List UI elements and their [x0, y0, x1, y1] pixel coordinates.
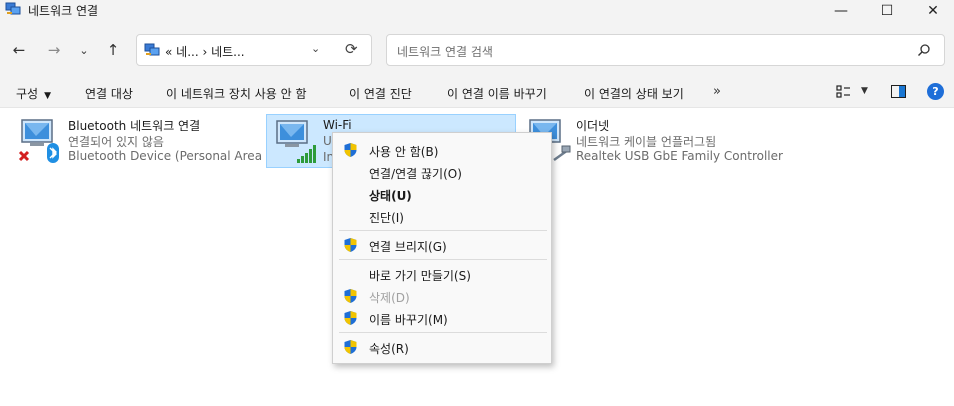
- connection-item-ethernet[interactable]: 이더넷 네트워크 케이블 언플러그됨 Realtek USB GbE Famil…: [520, 114, 820, 168]
- breadcrumb[interactable]: « 네... › 네트...: [165, 43, 245, 60]
- menu-item-connect-disconnect[interactable]: 연결/연결 끊기(O): [333, 161, 551, 183]
- menu-item-delete: 삭제(D): [333, 285, 551, 307]
- command-bar: 구성 ▼ 연결 대상 이 네트워크 장치 사용 안 함 이 연결 진단 이 연결 …: [0, 78, 954, 108]
- address-dropdown-chevron-icon[interactable]: ⌄: [311, 42, 320, 55]
- connection-status: U: [323, 134, 332, 148]
- menu-item-disable[interactable]: 사용 안 함(B): [333, 139, 551, 161]
- uac-shield-icon: [344, 311, 357, 325]
- window-title: 네트워크 연결: [28, 4, 99, 18]
- search-placeholder: 네트워크 연결 검색: [397, 45, 493, 59]
- view-status-button[interactable]: 이 연결의 상태 보기: [584, 85, 684, 102]
- refresh-icon[interactable]: ⟳: [345, 40, 358, 58]
- uac-shield-icon: [344, 340, 357, 354]
- connection-name: Bluetooth 네트워크 연결: [68, 119, 201, 133]
- menu-item-status[interactable]: 상태(U): [333, 183, 551, 205]
- help-icon[interactable]: ?: [927, 83, 944, 100]
- uac-shield-icon: [344, 238, 357, 252]
- connection-name: 이더넷: [576, 119, 610, 133]
- network-connections-icon: [5, 2, 21, 15]
- up-arrow-icon[interactable]: ↑: [102, 40, 124, 60]
- menu-separator: [339, 230, 547, 231]
- context-menu: 사용 안 함(B) 연결/연결 끊기(O) 상태(U) 진단(I) 연결 브리지…: [332, 132, 552, 364]
- connection-status: 연결되어 있지 않음: [68, 135, 164, 149]
- forward-arrow-icon[interactable]: →: [43, 40, 65, 60]
- maximize-button[interactable]: ☐: [864, 0, 910, 22]
- menu-separator: [339, 332, 547, 333]
- wifi-network-icon: [276, 120, 316, 163]
- diagnose-button[interactable]: 이 연결 진단: [349, 85, 412, 102]
- bluetooth-network-icon: [18, 119, 59, 163]
- uac-shield-icon: [344, 289, 357, 303]
- view-options-caret-icon[interactable]: ▼: [861, 86, 868, 96]
- menu-item-bridge[interactable]: 연결 브리지(G): [333, 234, 551, 256]
- title-bar: 네트워크 연결 — ☐ ✕: [0, 0, 954, 22]
- search-icon[interactable]: [917, 43, 931, 57]
- navigation-bar: ← → ⌄ ↑ « 네... › 네트... ⌄ ⟳ 네트워크 연결 검색: [0, 22, 954, 78]
- uac-shield-icon: [344, 143, 357, 157]
- menu-item-rename[interactable]: 이름 바꾸기(M): [333, 307, 551, 329]
- close-button[interactable]: ✕: [910, 0, 954, 22]
- recent-locations-chevron-icon[interactable]: ⌄: [73, 40, 95, 60]
- organize-menu-button[interactable]: 구성 ▼: [16, 85, 51, 102]
- preview-pane-icon[interactable]: [891, 85, 906, 98]
- change-view-icon[interactable]: [836, 84, 852, 100]
- menu-item-properties[interactable]: 속성(R): [333, 336, 551, 358]
- connection-name: Wi-Fi: [323, 118, 352, 132]
- caret-down-icon: ▼: [44, 91, 52, 101]
- connection-device: Bluetooth Device (Personal Area ...: [68, 149, 278, 163]
- search-input[interactable]: 네트워크 연결 검색: [386, 34, 945, 66]
- more-commands-button[interactable]: »: [713, 84, 721, 99]
- network-connections-icon: [144, 43, 160, 56]
- menu-item-create-shortcut[interactable]: 바로 가기 만들기(S): [333, 263, 551, 285]
- connection-device: Realtek USB GbE Family Controller: [576, 149, 783, 163]
- rename-button[interactable]: 이 연결 이름 바꾸기: [447, 85, 547, 102]
- menu-separator: [339, 259, 547, 260]
- connection-item-bluetooth[interactable]: Bluetooth 네트워크 연결 연결되어 있지 않음 Bluetooth D…: [12, 114, 277, 168]
- address-bar[interactable]: « 네... › 네트... ⌄ ⟳: [136, 34, 372, 66]
- connection-status: 네트워크 케이블 언플러그됨: [576, 135, 717, 149]
- menu-item-diagnose[interactable]: 진단(I): [333, 205, 551, 227]
- back-arrow-icon[interactable]: ←: [8, 40, 30, 60]
- connect-to-button[interactable]: 연결 대상: [85, 85, 133, 102]
- disable-device-button[interactable]: 이 네트워크 장치 사용 안 함: [166, 85, 307, 102]
- minimize-button[interactable]: —: [818, 0, 864, 22]
